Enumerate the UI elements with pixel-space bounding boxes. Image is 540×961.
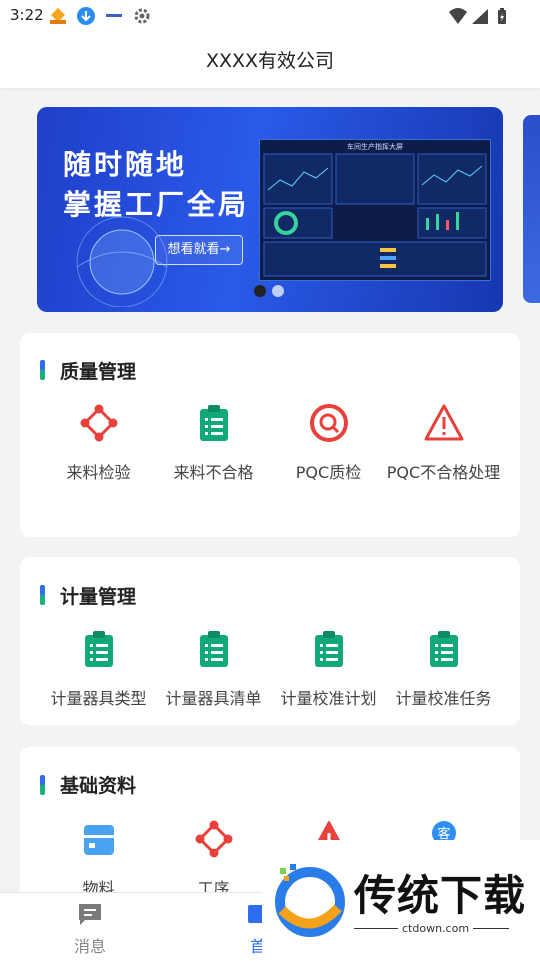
settings-icon [134,8,150,24]
section-title: 基础资料 [60,775,137,797]
app-bar: XXXX有效公司 [0,32,540,88]
grid-item-calibration-task[interactable]: 计量校准任务 [386,629,501,716]
section-title: 计量管理 [60,586,137,608]
watermark-logo: 传统下载 ctdown.com [262,840,540,960]
grid-item-pqc-inspection[interactable]: PQC质检 [271,403,386,490]
clipboard-icon [199,405,228,441]
grid-item-instrument-list[interactable]: 计量器具清单 [156,629,271,716]
nodes-icon [80,404,117,442]
watermark-text: 传统下载 [354,871,527,920]
small-logo-icon [106,14,122,17]
grid-item-label: 来料不合格 [173,463,254,482]
grid-item-instrument-type[interactable]: 计量器具类型 [41,629,156,716]
section-title-bar [40,775,45,795]
warning-icon [424,404,463,441]
watermark-emblem-icon [275,864,345,937]
carousel-indicator [254,282,290,301]
clipboard-icon [84,631,113,667]
nodes-icon [195,820,232,858]
grid-item-label: PQC不合格处理 [386,463,501,482]
section-title: 质量管理 [60,361,137,383]
globe-graphic [76,216,168,307]
battery-icon [498,8,506,24]
carousel-dot[interactable] [272,285,284,297]
page-title: XXXX有效公司 [205,50,335,72]
wifi-icon [449,8,467,24]
next-banner-peek[interactable] [523,115,540,303]
grid-item-label: 计量器具清单 [165,689,262,708]
dashboard-preview: 车间生产指挥大屏 [259,139,491,281]
box-icon [83,825,114,855]
signal-icon [472,9,488,24]
search-circle-icon [309,404,348,442]
banner-carousel[interactable]: 随时随地 掌握工厂全局 想看就看→ 车间生产指挥大屏 [37,107,503,312]
grid-item-label: 计量校准计划 [280,689,377,708]
message-icon [79,904,101,925]
clipboard-icon [429,631,458,667]
dashboard-title: 车间生产指挥大屏 [347,143,403,151]
clipboard-icon [314,631,343,667]
download-icon [77,7,95,25]
nav-label: 消息 [73,937,106,956]
section-title-bar [40,360,45,380]
section-card-metrology: 计量管理 计量器具类型 计量器具清单 计量校准计划 计量校准任务 [20,557,520,725]
carousel-dot-active[interactable] [254,285,266,297]
grid-item-label: 来料检验 [66,463,131,482]
clipboard-icon [199,631,228,667]
grid-item-label: 计量器具类型 [50,689,147,708]
nav-item-messages[interactable]: 消息 [45,901,135,957]
banner-headline-1: 随时随地 [63,148,188,181]
dashboard-charts [263,153,487,277]
status-bar: 3:22 [0,0,540,32]
grid-item-incoming-nonconforming[interactable]: 来料不合格 [156,403,271,490]
grid-item-incoming-inspection[interactable]: 来料检验 [41,403,156,490]
grid-item-label: PQC质检 [295,463,362,482]
grid-item-pqc-nonconforming[interactable]: PQC不合格处理 [386,403,501,490]
section-title-bar [40,585,45,605]
grid-item-label: 计量校准任务 [395,689,492,708]
watermark-url: ctdown.com [398,922,474,935]
section-card-quality: 质量管理 来料检验 来料不合格 PQC质检 PQC不合格处理 [20,333,520,537]
grid-item-calibration-plan[interactable]: 计量校准计划 [271,629,386,716]
app-badge-icon [50,8,66,24]
status-time: 3:22 [10,6,44,24]
